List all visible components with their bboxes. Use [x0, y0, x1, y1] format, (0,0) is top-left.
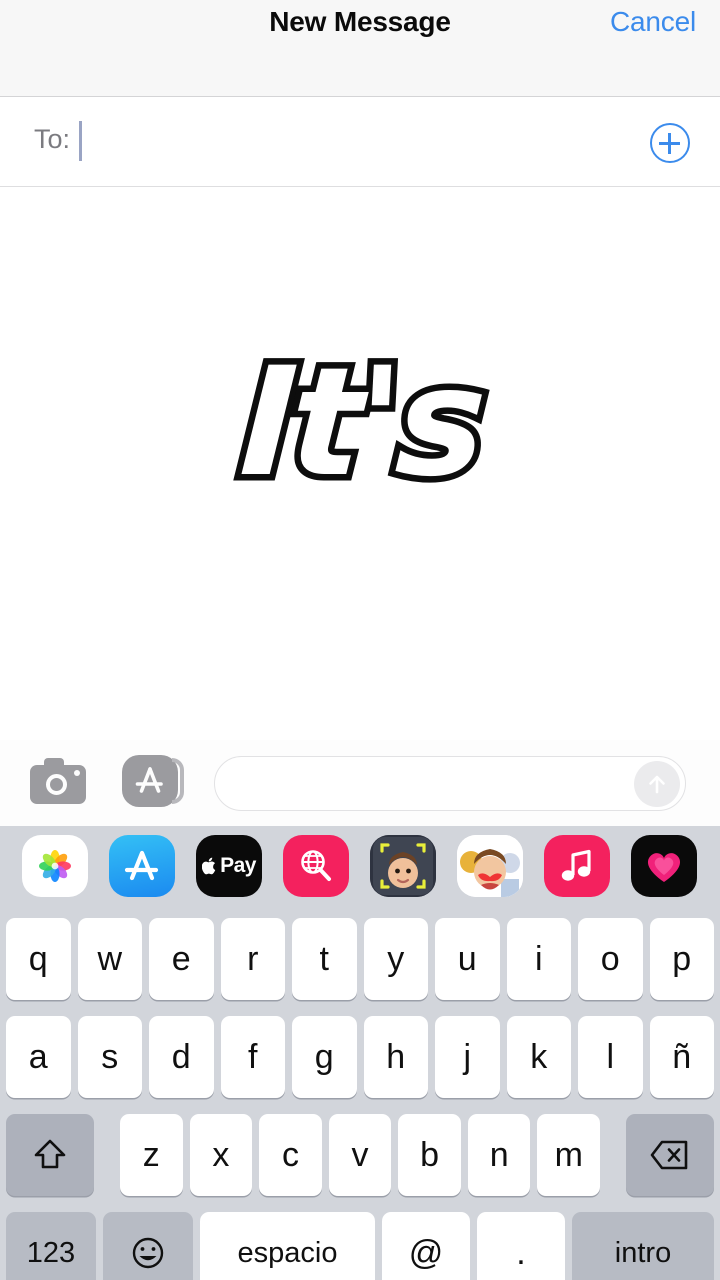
key-h[interactable]: h [363, 1016, 428, 1098]
camera-flash-dot [74, 770, 80, 776]
key-k[interactable]: k [506, 1016, 571, 1098]
key-t[interactable]: t [292, 918, 357, 1000]
key-u[interactable]: u [435, 918, 500, 1000]
photos-pinwheel-glyph [39, 850, 71, 882]
shift-key[interactable] [6, 1114, 94, 1196]
memoji-sticker-glyph [457, 835, 523, 897]
key-a[interactable]: a [6, 1016, 71, 1098]
heart-icon[interactable] [631, 835, 697, 897]
key-b[interactable]: b [398, 1114, 461, 1196]
backspace-key[interactable] [626, 1114, 715, 1196]
sticker-text: It's [230, 330, 491, 517]
arrow-up-icon [649, 775, 665, 793]
send-button[interactable] [634, 760, 680, 807]
app-store-glyph [135, 767, 163, 793]
app-store-glyph [124, 850, 159, 881]
messages-new-message-screen: New Message Cancel To: It's Pay q w e r … [0, 0, 720, 1280]
imessage-app-drawer[interactable]: Pay [0, 826, 720, 906]
key-d[interactable]: d [149, 1016, 214, 1098]
sticker-message[interactable]: It's [0, 330, 720, 517]
key-x[interactable]: x [189, 1114, 253, 1196]
apple-pay-icon[interactable]: Pay [196, 835, 262, 897]
message-input-toolbar [0, 740, 720, 826]
pay-text: Pay [220, 854, 256, 877]
camera-icon[interactable] [30, 758, 86, 804]
key-y[interactable]: y [363, 918, 428, 1000]
keyboard-row-2: a s d f g h j k l ñ [0, 1016, 720, 1098]
apple-logo-icon [202, 857, 216, 875]
key-g[interactable]: g [292, 1016, 357, 1098]
at-key[interactable]: @ [382, 1212, 470, 1280]
backspace-icon [650, 1140, 688, 1170]
message-input[interactable] [214, 756, 686, 811]
keyboard-row-3: z x c v b n m [0, 1114, 720, 1196]
key-p[interactable]: p [649, 918, 714, 1000]
memoji-glyph [370, 835, 436, 897]
navigation-bar: New Message Cancel [0, 0, 720, 97]
space-key[interactable]: espacio [200, 1212, 375, 1280]
cancel-button[interactable]: Cancel [610, 6, 696, 38]
key-i[interactable]: i [506, 918, 571, 1000]
key-j[interactable]: j [435, 1016, 500, 1098]
key-v[interactable]: v [328, 1114, 392, 1196]
key-enye[interactable]: ñ [649, 1016, 714, 1098]
shift-arrow-icon [34, 1139, 66, 1169]
camera-lens [46, 774, 67, 795]
key-r[interactable]: r [220, 918, 285, 1000]
key-o[interactable]: o [578, 918, 643, 1000]
text-caret [79, 121, 82, 161]
key-q[interactable]: q [6, 918, 71, 1000]
conversation-area: It's [0, 188, 720, 740]
onscreen-keyboard: q w e r t y u i o p a s d f g h j k l ñ [0, 906, 720, 1280]
emoji-key[interactable] [103, 1212, 193, 1280]
key-f[interactable]: f [220, 1016, 285, 1098]
key-n[interactable]: n [467, 1114, 531, 1196]
key-l[interactable]: l [578, 1016, 643, 1098]
music-note-icon[interactable] [544, 835, 610, 897]
period-key[interactable]: . [477, 1212, 565, 1280]
return-key[interactable]: intro [572, 1212, 714, 1280]
recipient-input[interactable] [78, 107, 598, 177]
app-store-icon[interactable] [122, 755, 184, 807]
apple-pay-label: Pay [202, 854, 256, 878]
music-note-glyph [561, 849, 591, 881]
add-contact-button[interactable] [650, 123, 690, 163]
memoji-icon[interactable] [370, 835, 436, 897]
key-e[interactable]: e [149, 918, 214, 1000]
keyboard-row-1: q w e r t y u i o p [0, 918, 720, 1000]
key-c[interactable]: c [259, 1114, 322, 1196]
recipient-row: To: [0, 97, 720, 187]
keyboard-row-4: 123 espacio @ . intro [0, 1212, 720, 1280]
app-store-stack-edge [172, 758, 184, 804]
globe-magnifier-glyph [301, 850, 331, 881]
to-label: To: [34, 124, 71, 154]
camera-hump [44, 758, 64, 769]
key-w[interactable]: w [77, 918, 142, 1000]
photos-icon[interactable] [22, 835, 88, 897]
key-m[interactable]: m [537, 1114, 601, 1196]
smiley-icon [132, 1237, 164, 1269]
key-z[interactable]: z [120, 1114, 183, 1196]
digital-touch-heart-glyph [647, 853, 681, 882]
numeric-key[interactable]: 123 [6, 1212, 96, 1280]
memoji-stickers-icon[interactable] [457, 835, 523, 897]
images-search-icon[interactable] [283, 835, 349, 897]
app-store-icon[interactable] [109, 835, 175, 897]
key-s[interactable]: s [77, 1016, 142, 1098]
